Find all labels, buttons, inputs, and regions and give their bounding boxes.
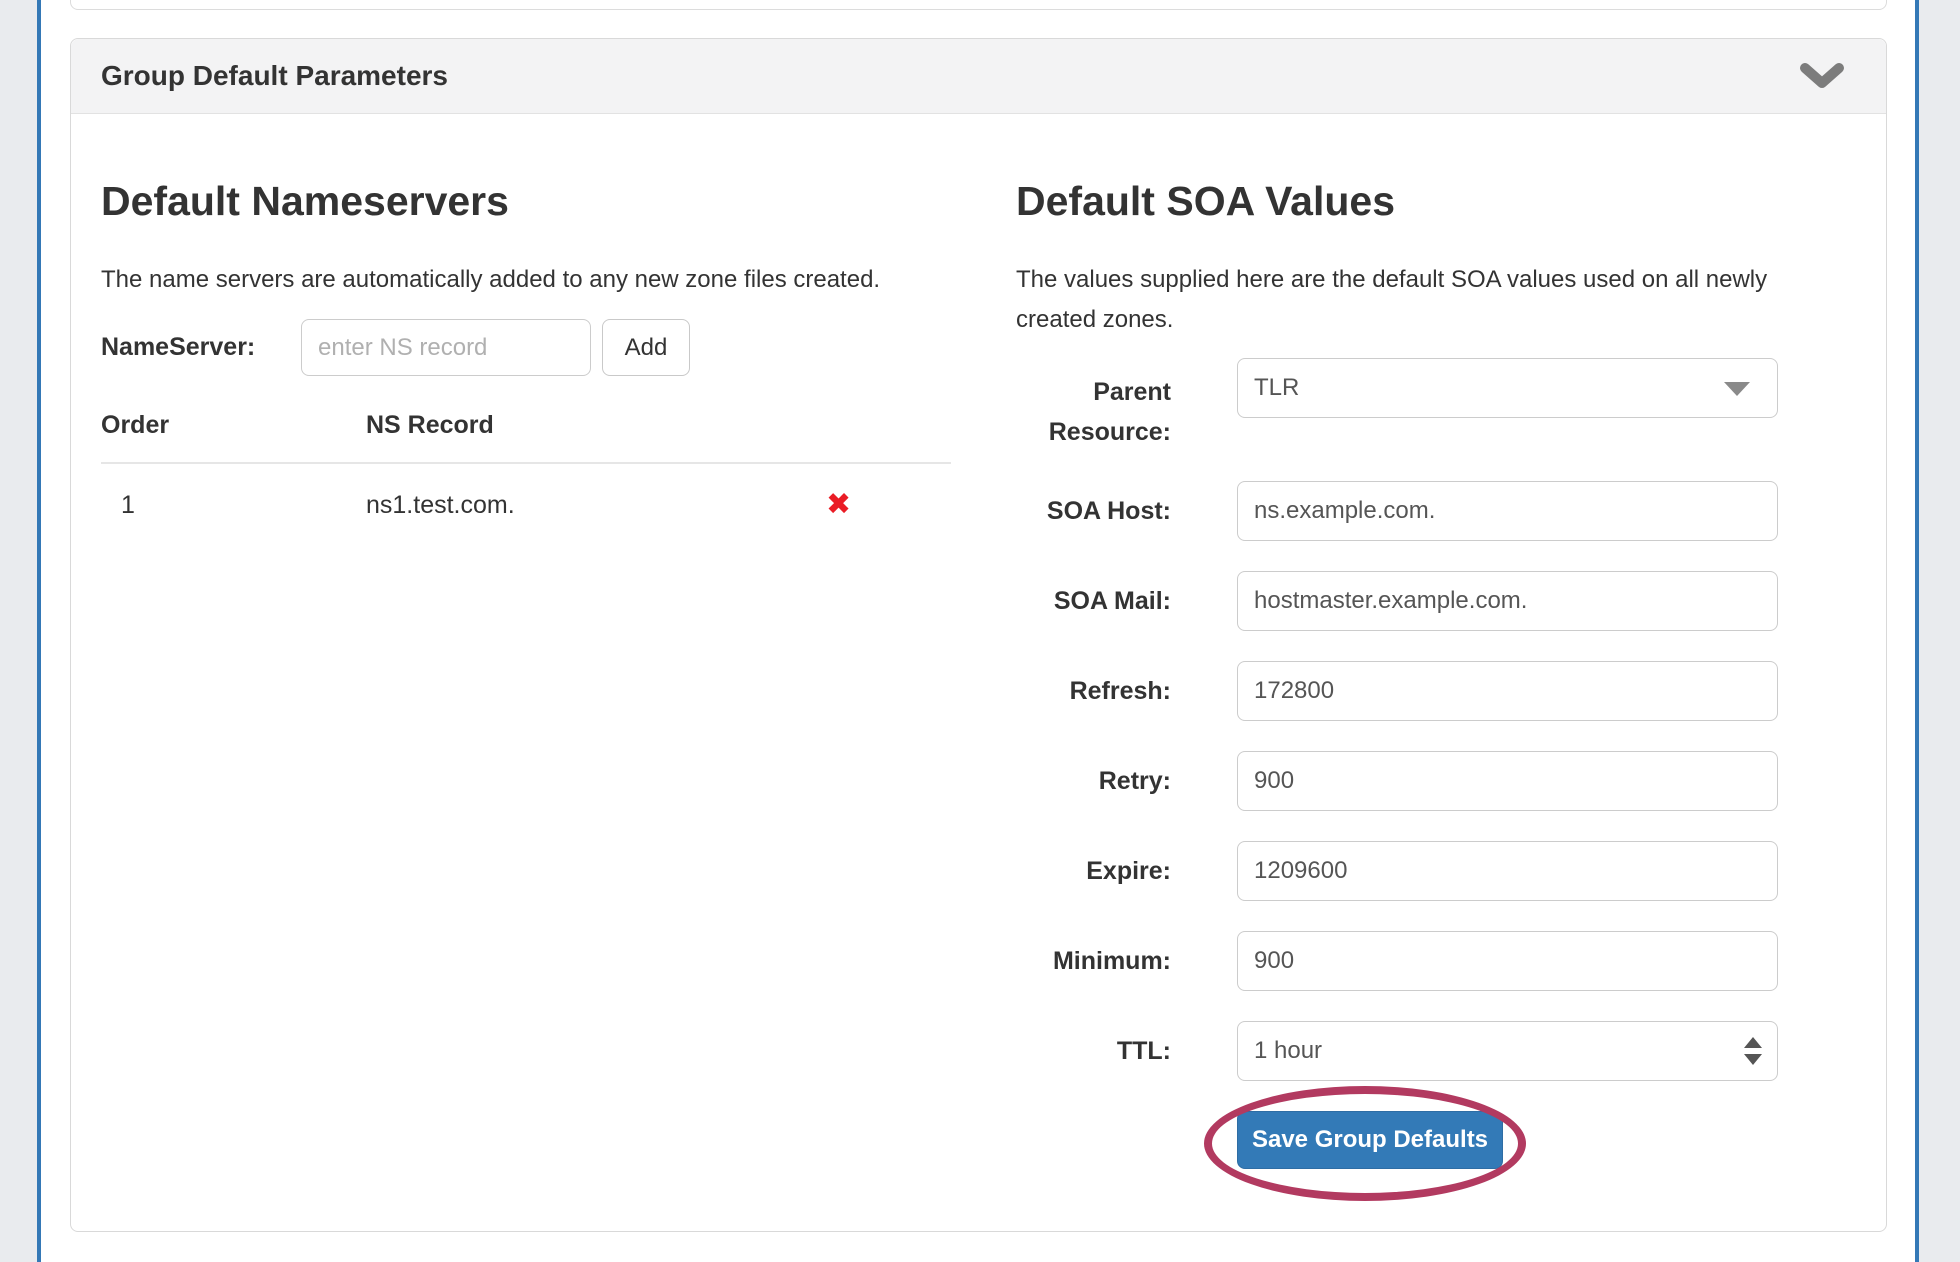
right-frame-border xyxy=(1915,0,1919,1262)
ns-order-value: 1 xyxy=(101,491,366,520)
collapse-panel-button[interactable] xyxy=(1800,63,1844,89)
delete-nameserver-icon[interactable]: ✖ xyxy=(826,490,851,520)
parent-resource-label: Parent Resource: xyxy=(1016,372,1171,452)
nameservers-table-header: Order NS Record xyxy=(101,411,951,464)
soa-form: Parent Resource: SOA Host: SOA Ma xyxy=(1016,358,1858,1169)
order-column-header: Order xyxy=(101,411,366,440)
soa-host-row: SOA Host: xyxy=(1016,481,1858,541)
caret-down-icon xyxy=(1724,382,1750,396)
soa-mail-row: SOA Mail: xyxy=(1016,571,1858,631)
panel-header: Group Default Parameters xyxy=(71,39,1886,114)
nameserver-input[interactable] xyxy=(301,319,591,376)
retry-field-wrap xyxy=(1237,751,1778,811)
nameservers-table: Order NS Record 1 ns1.test.com. ✖ xyxy=(101,411,951,521)
soa-heading: Default SOA Values xyxy=(1016,178,1858,224)
ttl-value[interactable] xyxy=(1237,1021,1778,1081)
soa-host-label: SOA Host: xyxy=(1016,491,1171,531)
group-default-parameters-panel: Group Default Parameters Default Nameser… xyxy=(70,38,1887,1232)
soa-mail-input[interactable] xyxy=(1237,571,1778,631)
left-frame-border xyxy=(37,0,41,1262)
retry-input[interactable] xyxy=(1237,751,1778,811)
retry-label: Retry: xyxy=(1016,761,1171,801)
chevron-down-icon xyxy=(1800,77,1844,92)
soa-mail-field-wrap xyxy=(1237,571,1778,631)
panel-body: Default Nameservers The name servers are… xyxy=(71,114,1886,1232)
minimum-field-wrap xyxy=(1237,931,1778,991)
expire-label: Expire: xyxy=(1016,851,1171,891)
soa-mail-label: SOA Mail: xyxy=(1016,581,1171,621)
retry-row: Retry: xyxy=(1016,751,1858,811)
page: Group Default Parameters Default Nameser… xyxy=(0,0,1960,1262)
expire-row: Expire: xyxy=(1016,841,1858,901)
panel-title: Group Default Parameters xyxy=(101,60,448,92)
parent-resource-select[interactable] xyxy=(1237,358,1778,418)
soa-host-input[interactable] xyxy=(1237,481,1778,541)
parent-resource-row: Parent Resource: xyxy=(1016,358,1858,418)
ns-record-column-header: NS Record xyxy=(366,411,826,440)
refresh-input[interactable] xyxy=(1237,661,1778,721)
expire-input[interactable] xyxy=(1237,841,1778,901)
refresh-label: Refresh: xyxy=(1016,671,1171,711)
ns-row-actions: ✖ xyxy=(826,490,951,521)
soa-host-field-wrap xyxy=(1237,481,1778,541)
nameserver-form: NameServer: Add xyxy=(101,318,981,377)
minimum-label: Minimum: xyxy=(1016,941,1171,981)
minimum-input[interactable] xyxy=(1237,931,1778,991)
ttl-label: TTL: xyxy=(1016,1031,1171,1071)
nameservers-description: The name servers are automatically added… xyxy=(101,260,921,300)
default-soa-values-section: Default SOA Values The values supplied h… xyxy=(1016,114,1858,1169)
refresh-row: Refresh: xyxy=(1016,661,1858,721)
nameserver-label: NameServer: xyxy=(101,333,301,362)
select-spinner-icon xyxy=(1744,1037,1762,1065)
soa-description: The values supplied here are the default… xyxy=(1016,260,1836,340)
expire-field-wrap xyxy=(1237,841,1778,901)
ns-record-value: ns1.test.com. xyxy=(366,491,826,520)
nameservers-heading: Default Nameservers xyxy=(101,178,981,224)
table-row: 1 ns1.test.com. ✖ xyxy=(101,464,951,521)
minimum-row: Minimum: xyxy=(1016,931,1858,991)
ttl-row: TTL: xyxy=(1016,1021,1858,1081)
ttl-select[interactable] xyxy=(1237,1021,1778,1081)
default-nameservers-section: Default Nameservers The name servers are… xyxy=(101,114,981,521)
refresh-field-wrap xyxy=(1237,661,1778,721)
previous-panel-edge xyxy=(70,0,1887,10)
add-nameserver-button[interactable]: Add xyxy=(602,319,690,376)
save-group-defaults-button[interactable]: Save Group Defaults xyxy=(1237,1111,1503,1169)
parent-resource-value[interactable] xyxy=(1237,358,1778,418)
